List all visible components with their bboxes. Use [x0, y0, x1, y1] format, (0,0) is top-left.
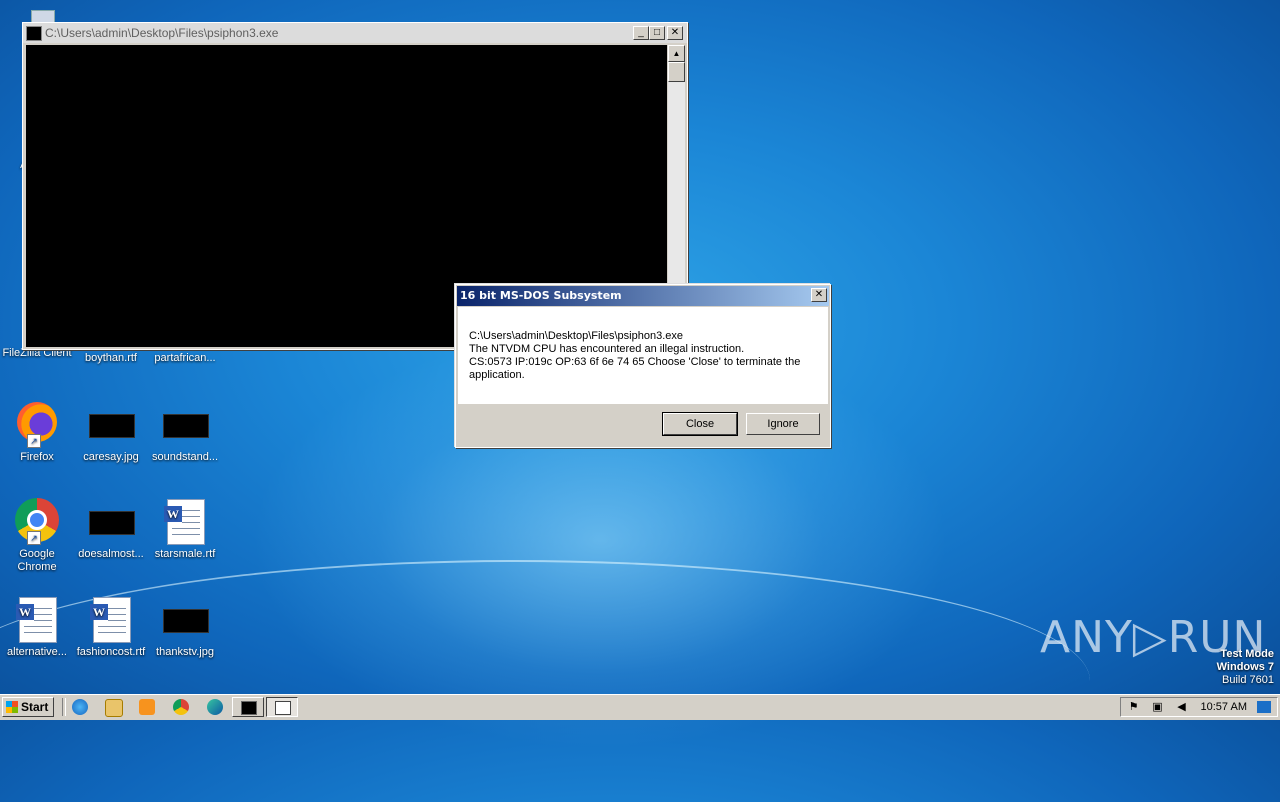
taskbar-console-task[interactable]	[232, 697, 264, 717]
console-app-icon	[26, 26, 42, 41]
icon-label: boythan.rtf	[85, 352, 137, 364]
icon-label: Firefox	[20, 451, 54, 463]
start-label: Start	[21, 700, 49, 714]
clock[interactable]: 10:57 AM	[1201, 701, 1247, 713]
error-dialog[interactable]: 16 bit MS-DOS Subsystem ✕ C:\Users\admin…	[455, 284, 831, 448]
image-thumbnail-icon	[161, 400, 209, 448]
message-line: The NTVDM CPU has encountered an illegal…	[469, 343, 745, 355]
desktop-icon-starsmale[interactable]: W starsmale.rtf	[148, 497, 222, 561]
dialog-title: 16 bit MS-DOS Subsystem	[460, 289, 622, 302]
start-button[interactable]: Start	[2, 697, 54, 717]
explorer-icon[interactable]	[105, 699, 123, 717]
icon-label: caresay.jpg	[83, 451, 139, 463]
volume-icon[interactable]: ◀	[1175, 701, 1188, 713]
icon-label: doesalmost...	[78, 548, 144, 560]
icon-label: partafrican...	[154, 352, 216, 364]
firefox-icon: ↗	[13, 400, 61, 448]
console-task-icon	[241, 701, 257, 715]
desktop-icon-partafrican[interactable]: partafrican...	[148, 352, 222, 365]
build-label: Build 7601	[1222, 674, 1274, 686]
message-line: CS:0573 IP:019c OP:63 6f 6e 74 65 Choose…	[469, 356, 801, 381]
system-tray: ⚑ ▣ ◀ 10:57 AM	[1120, 697, 1278, 717]
action-center-flag-icon[interactable]: ⚑	[1127, 701, 1140, 713]
desktop-icon-fashioncost[interactable]: W fashioncost.rtf	[74, 595, 148, 659]
dialog-task-icon	[275, 701, 291, 715]
close-window-button[interactable]: ✕	[667, 26, 683, 40]
close-button[interactable]: Close	[662, 412, 738, 436]
message-line: C:\Users\admin\Desktop\Files\psiphon3.ex…	[469, 330, 683, 342]
icon-label: fashioncost.rtf	[76, 646, 146, 658]
word-document-icon: W	[13, 595, 61, 643]
desktop-icon-soundstand[interactable]: soundstand...	[148, 400, 222, 464]
dialog-message-panel: C:\Users\admin\Desktop\Files\psiphon3.ex…	[458, 307, 828, 404]
icon-label: thankstv.jpg	[156, 646, 214, 658]
dialog-close-icon[interactable]: ✕	[811, 288, 827, 302]
taskbar-dialog-task[interactable]	[266, 697, 298, 717]
os-label: Windows 7	[1216, 661, 1274, 673]
dialog-message: C:\Users\admin\Desktop\Files\psiphon3.ex…	[469, 330, 814, 382]
image-thumbnail-icon	[161, 595, 209, 643]
test-mode-label: Test Mode	[1220, 648, 1274, 660]
test-mode-notice: Test Mode Windows 7 Build 7601	[1217, 648, 1274, 687]
media-player-icon[interactable]	[139, 699, 155, 715]
scroll-up-arrow-icon[interactable]: ▲	[668, 45, 685, 62]
desktop-icon-boythan[interactable]: boythan.rtf	[74, 352, 148, 365]
icon-label: starsmale.rtf	[154, 548, 216, 560]
ie-icon[interactable]	[72, 699, 88, 715]
word-document-icon: W	[87, 595, 135, 643]
console-title: C:\Users\admin\Desktop\Files\psiphon3.ex…	[45, 26, 279, 40]
chrome-icon[interactable]	[173, 699, 189, 715]
desktop-icon-chrome[interactable]: ↗ Google Chrome	[0, 497, 74, 574]
show-desktop-icon[interactable]	[1257, 701, 1271, 713]
desktop-icon-firefox[interactable]: ↗ Firefox	[0, 400, 74, 464]
scrollbar-thumb[interactable]	[668, 62, 685, 82]
word-document-icon: W	[161, 497, 209, 545]
edge-icon[interactable]	[207, 699, 223, 715]
icon-label: alternative...	[7, 646, 67, 658]
chrome-icon: ↗	[13, 497, 61, 545]
taskbar: Start ⚑ ▣ ◀ 10:57 AM	[0, 694, 1280, 720]
icon-label: soundstand...	[151, 451, 219, 463]
desktop-icon-thankstv[interactable]: thankstv.jpg	[148, 595, 222, 659]
desktop-icon-alternative[interactable]: W alternative...	[0, 595, 74, 659]
maximize-button[interactable]: □	[649, 26, 665, 40]
desktop-icon-caresay[interactable]: caresay.jpg	[74, 400, 148, 464]
dialog-titlebar[interactable]: 16 bit MS-DOS Subsystem ✕	[457, 286, 829, 306]
taskbar-separator	[62, 698, 66, 716]
image-thumbnail-icon	[87, 400, 135, 448]
image-thumbnail-icon	[87, 497, 135, 545]
desktop-icon-doesalmost[interactable]: doesalmost...	[74, 497, 148, 561]
minimize-button[interactable]: _	[633, 26, 649, 40]
console-titlebar[interactable]: C:\Users\admin\Desktop\Files\psiphon3.ex…	[23, 23, 687, 43]
ignore-button[interactable]: Ignore	[746, 413, 820, 435]
windows-flag-icon	[6, 701, 18, 713]
icon-label: Google Chrome	[17, 548, 57, 573]
network-icon[interactable]: ▣	[1151, 701, 1164, 713]
